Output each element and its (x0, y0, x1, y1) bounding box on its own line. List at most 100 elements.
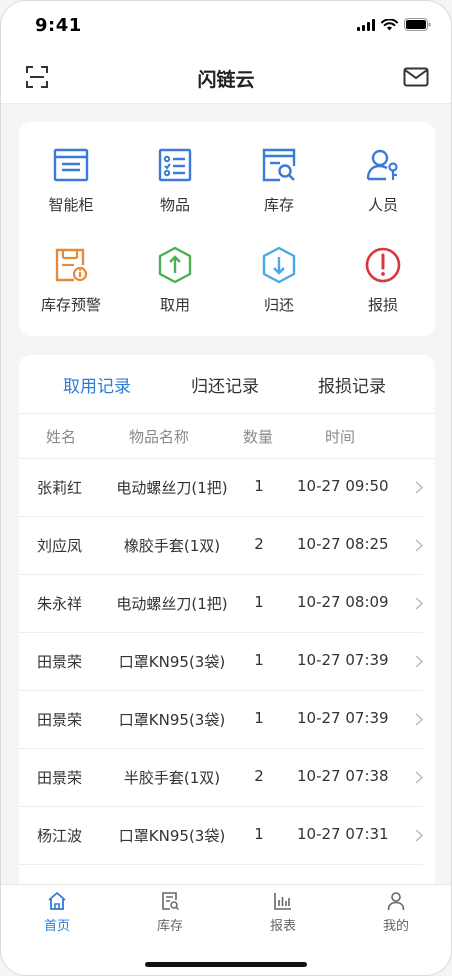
cell-time: 10-27 08:25 (297, 535, 389, 553)
table-row[interactable]: 田景荣 口罩KN95(3袋) 1 10-27 07:39 (19, 691, 423, 749)
cell-item: 电动螺丝刀(1把) (116, 595, 228, 613)
cell-name: 田景荣 (37, 653, 83, 671)
tab-profile[interactable]: 我的 (340, 891, 451, 934)
table-row[interactable]: 张莉红 电动螺丝刀(1把) 1 10-27 09:50 (19, 459, 423, 517)
function-cabinet[interactable]: 智能柜 (19, 146, 123, 236)
cell-item: 口罩KN95(3袋) (118, 711, 226, 729)
chevron-right-icon (415, 481, 423, 494)
chevron-right-icon (415, 597, 423, 610)
table-header: 姓名 物品名称 数量 时间 (19, 413, 435, 459)
tab-reports[interactable]: 报表 (227, 891, 339, 934)
person-key-icon (366, 149, 398, 181)
cell-name: 刘应凤 (37, 537, 83, 555)
table-row[interactable]: 朱永祥 电动螺丝刀(1把) 1 10-27 08:09 (19, 575, 423, 633)
function-label: 报损 (367, 296, 398, 314)
table-row[interactable]: 田景荣 口罩KN95(3袋) 1 10-27 07:39 (19, 633, 423, 691)
cell-quantity: 1 (254, 651, 264, 669)
function-return[interactable]: 归还 (227, 246, 331, 336)
inventory-icon (162, 892, 180, 911)
tab-label: 报表 (269, 919, 296, 934)
cell-quantity: 2 (254, 767, 264, 785)
cell-time: 10-27 08:09 (297, 593, 389, 611)
cell-time: 10-27 09:50 (297, 477, 389, 495)
chevron-right-icon (415, 829, 423, 842)
cell-name: 田景荣 (37, 711, 83, 729)
cell-quantity: 2 (254, 535, 264, 553)
function-inventory[interactable]: 库存 (227, 146, 331, 236)
function-label: 取用 (159, 296, 190, 314)
function-label: 库存预警 (40, 296, 101, 314)
table-row[interactable]: 田景荣 半胶手套(1双) 2 10-27 07:38 (19, 749, 423, 807)
function-label: 库存 (263, 196, 294, 214)
alert-circle-icon (365, 247, 401, 283)
take-out-icon (158, 246, 192, 284)
cell-name: 杨江波 (37, 827, 83, 845)
cell-name: 朱永祥 (37, 595, 83, 613)
records-panel: 取用记录 归还记录 报损记录 姓名 物品名称 数量 时间 张莉红 电动螺丝刀(1… (19, 355, 435, 915)
home-indicator (145, 962, 307, 967)
cell-time: 10-27 07:39 (297, 709, 389, 727)
cell-name: 张莉红 (37, 479, 83, 497)
home-icon (48, 892, 66, 910)
tab-take-records[interactable]: 取用记录 (63, 372, 131, 397)
column-header-time: 时间 (325, 428, 356, 446)
return-icon (262, 246, 296, 284)
cell-time: 10-27 07:38 (297, 767, 389, 785)
battery-icon (404, 18, 431, 31)
column-header-quantity: 数量 (243, 428, 274, 446)
cell-item: 口罩KN95(3袋) (118, 827, 226, 845)
tab-label: 我的 (382, 919, 409, 934)
column-header-name: 姓名 (46, 428, 77, 446)
cell-item: 橡胶手套(1双) (123, 537, 221, 555)
goods-list-icon (158, 148, 192, 182)
wifi-icon (381, 18, 398, 30)
tab-return-records[interactable]: 归还记录 (191, 372, 259, 397)
tab-inventory[interactable]: 库存 (114, 891, 226, 934)
function-grid: 智能柜 物品 库存 人员 库存预警 取用 归还 报损 (19, 122, 435, 336)
inventory-alert-icon (55, 248, 88, 282)
inventory-search-icon (262, 148, 296, 182)
cell-time: 10-27 07:39 (297, 651, 389, 669)
report-chart-icon (274, 893, 291, 910)
cell-name: 田景荣 (37, 769, 83, 787)
status-time: 9:41 (35, 15, 82, 36)
function-damage-report[interactable]: 报损 (331, 246, 435, 336)
tab-damage-records[interactable]: 报损记录 (318, 372, 386, 397)
function-label: 人员 (367, 196, 398, 214)
cell-quantity: 1 (254, 477, 264, 495)
page-title: 闪链云 (197, 69, 255, 91)
status-icons (357, 18, 431, 31)
column-header-item: 物品名称 (129, 428, 190, 446)
cell-item: 半胶手套(1双) (123, 769, 221, 787)
status-bar: 9:41 (1, 1, 451, 51)
nav-bar: 闪链云 (1, 51, 451, 104)
tab-home[interactable]: 首页 (1, 891, 113, 934)
chevron-right-icon (415, 713, 423, 726)
function-inventory-alert[interactable]: 库存预警 (19, 246, 123, 336)
chevron-right-icon (415, 655, 423, 668)
function-label: 归还 (263, 296, 294, 314)
cabinet-icon (53, 148, 89, 182)
records-tabs: 取用记录 归还记录 报损记录 (19, 355, 435, 414)
table-row[interactable]: 刘应凤 橡胶手套(1双) 2 10-27 08:25 (19, 517, 423, 575)
cell-item: 电动螺丝刀(1把) (116, 479, 228, 497)
function-label: 物品 (159, 196, 190, 214)
function-take[interactable]: 取用 (123, 246, 227, 336)
app-screen: 9:41 闪链云 智能柜 物品 库存 人员 库存预警 取用 归还 报损 取用记录… (0, 0, 452, 976)
cell-quantity: 1 (254, 825, 264, 843)
mail-icon[interactable] (403, 67, 429, 87)
chevron-right-icon (415, 771, 423, 784)
tab-label: 首页 (43, 919, 70, 934)
function-goods[interactable]: 物品 (123, 146, 227, 236)
chevron-right-icon (415, 539, 423, 552)
function-label: 智能柜 (48, 196, 94, 214)
table-row[interactable]: 杨江波 口罩KN95(3袋) 1 10-27 07:31 (19, 807, 423, 865)
tab-label: 库存 (156, 919, 183, 934)
signal-icon (357, 18, 375, 31)
cell-time: 10-27 07:31 (297, 825, 389, 843)
cell-quantity: 1 (254, 593, 264, 611)
profile-icon (387, 892, 405, 911)
cell-quantity: 1 (254, 709, 264, 727)
cell-item: 口罩KN95(3袋) (118, 653, 226, 671)
function-personnel[interactable]: 人员 (331, 146, 435, 236)
